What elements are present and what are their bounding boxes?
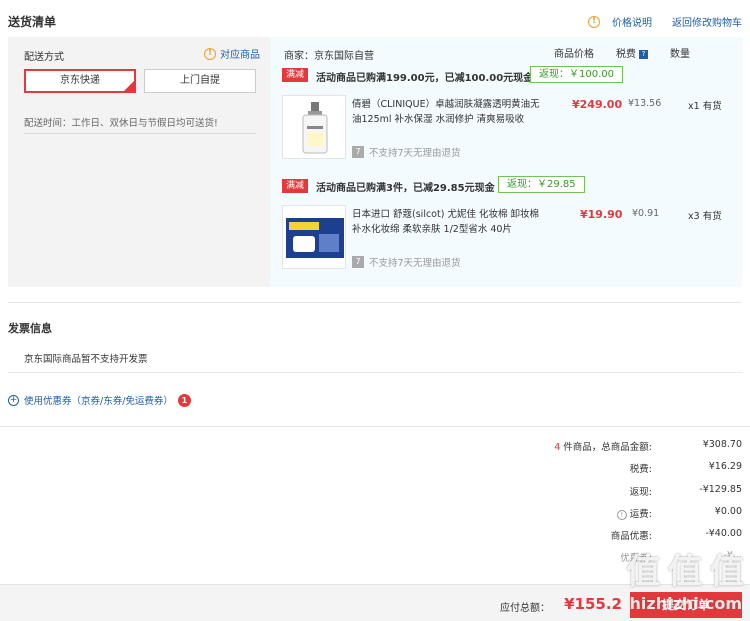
delivery-panel: 配送方式 ! 对应商品 京东快递 上门自提 配送时间：工作日、双休日与节假日均可… [8, 37, 742, 287]
item-count-label: 4 件商品，总商品金额: [554, 439, 652, 453]
shipping-fee-text: 运费: [629, 509, 652, 520]
summary-coupon-row: 优惠券: -¥... [442, 550, 742, 564]
delivery-time-text: 配送时间：工作日、双休日与节假日均可送货! [24, 118, 218, 129]
col-tax-label: 税费 [616, 49, 636, 60]
order-footer: 应付总额： ¥155.2 提交订单 [0, 584, 750, 621]
discount-value: -¥40.00 [705, 528, 742, 539]
coupon-toggle[interactable]: + 使用优惠券（京券/东券/免运费券） 1 [8, 393, 191, 407]
jd-express-option[interactable]: 京东快递 [24, 69, 136, 93]
silcot-pad-image [286, 218, 344, 258]
self-pickup-option[interactable]: 上门自提 [144, 69, 256, 93]
subtotal-value: ¥308.70 [702, 439, 742, 450]
total-value: ¥155.2 [564, 595, 622, 613]
product-tax: ¥13.56 [628, 98, 662, 109]
product-image[interactable] [282, 95, 346, 159]
shipping-method-label: 配送方式 [24, 52, 64, 63]
back-to-cart-link[interactable]: 返回修改购物车 [672, 14, 742, 29]
summary-shipping-row: ! 运费: ¥0.00 [442, 506, 742, 520]
shipping-fee-value: ¥0.00 [714, 506, 742, 517]
summary-refund-row: 返现: -¥129.85 [442, 484, 742, 498]
tax-label: 税费: [629, 464, 652, 475]
col-tax-header: 税费? [616, 45, 648, 60]
product-price: ¥19.90 [580, 208, 623, 221]
coupon-count-badge: 1 [177, 393, 191, 407]
promo-text: 活动商品已购满199.00元，已减100.00元现金 [316, 73, 534, 84]
price-info-link[interactable]: 价格说明 [612, 14, 652, 29]
summary-discount-row: 商品优惠: -¥40.00 [442, 528, 742, 542]
refund-label: 返现: [629, 487, 652, 498]
item-count: 4 [554, 442, 561, 453]
total-label: 应付总额： [500, 603, 550, 614]
coupon-discount-label: 优惠券: [620, 553, 652, 564]
clinique-bottle-image [302, 102, 328, 154]
stock-status: 有货 [702, 101, 722, 112]
summary-subtotal-row: 4 件商品，总商品金额: ¥308.70 [442, 439, 742, 453]
info-icon[interactable]: ! [616, 510, 627, 520]
summary-tax-row: 税费: ¥16.29 [442, 461, 742, 475]
page-title: 送货清单 [8, 15, 57, 29]
divider [24, 133, 256, 134]
promo-text: 活动商品已购满3件，已减29.85元现金 [316, 183, 495, 194]
invoice-title: 发票信息 [8, 322, 52, 335]
seller-label: 商家：京东国际自营 [284, 51, 374, 62]
coupon-discount-value: -¥... [723, 550, 742, 561]
no-return-note: 7 不支持7天无理由退货 [352, 255, 461, 269]
no-return-note: 7 不支持7天无理由退货 [352, 145, 461, 159]
product-name-link[interactable]: 日本进口 舒蔻(silcot) 尤妮佳 化妆棉 卸妆棉 补水化妆绵 柔软亲肤 1… [352, 207, 540, 237]
divider [8, 302, 742, 303]
product-image[interactable] [282, 205, 346, 269]
qty-value: x3 [688, 211, 700, 222]
coupon-label: 使用优惠券（京券/东券/免运费券） [24, 396, 173, 407]
plus-circle-icon: + [8, 394, 19, 406]
match-items-label: 对应商品 [220, 50, 260, 61]
product-qty: x1 有货 [688, 98, 722, 112]
product-name-link[interactable]: 倩碧（CLINIQUE）卓越润肤凝露透明黄油无油125ml 补水保湿 水润修护 … [352, 97, 540, 127]
no-return-text: 不支持7天无理由退货 [369, 258, 461, 269]
product-qty: x3 有货 [688, 208, 722, 222]
shipping-method-pane: 配送方式 ! 对应商品 京东快递 上门自提 配送时间：工作日、双休日与节假日均可… [8, 37, 266, 287]
shipping-fee-label: ! 运费: [616, 506, 652, 520]
refund-badge: 返现：￥29.85 [498, 176, 585, 193]
promo-tag: 满减 [282, 179, 308, 193]
promo-tag: 满减 [282, 68, 308, 82]
match-items-link[interactable]: ! 对应商品 [204, 46, 260, 61]
item-count-suffix: 件商品，总商品金额: [563, 442, 652, 453]
submit-order-button[interactable]: 提交订单 [630, 592, 742, 618]
info-icon: ! [588, 15, 600, 28]
stock-status: 有货 [702, 211, 722, 222]
no-return-text: 不支持7天无理由退货 [369, 148, 461, 159]
discount-label: 商品优惠: [610, 531, 652, 542]
no-return-icon: 7 [352, 256, 364, 268]
tax-value: ¥16.29 [708, 461, 742, 472]
no-return-icon: 7 [352, 146, 364, 158]
order-items-pane: 商家：京东国际自营 商品价格 税费? 数量 满减 活动商品已购满199.00元，… [270, 37, 742, 287]
product-tax: ¥0.91 [632, 208, 660, 219]
col-qty-header: 数量 [670, 49, 690, 60]
divider [0, 426, 750, 427]
divider [8, 372, 742, 373]
info-icon: ! [204, 47, 216, 60]
question-icon[interactable]: ? [639, 50, 648, 59]
qty-value: x1 [688, 101, 700, 112]
refund-badge: 返现：￥100.00 [530, 66, 623, 83]
refund-value: -¥129.85 [699, 484, 742, 495]
product-price: ¥249.00 [572, 98, 623, 111]
col-price-header: 商品价格 [554, 49, 594, 60]
header-links: ! 价格说明 返回修改购物车 [588, 14, 742, 29]
invoice-text: 京东国际商品暂不支持开发票 [24, 354, 148, 365]
